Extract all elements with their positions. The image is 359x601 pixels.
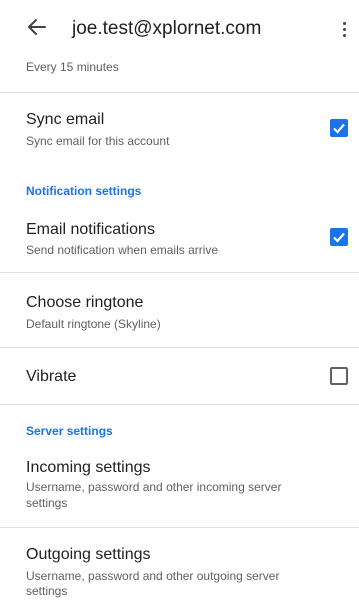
- outgoing-settings-summary-line2: settings: [26, 584, 68, 598]
- choose-ringtone-summary: Default ringtone (Skyline): [26, 317, 161, 331]
- more-vert-icon[interactable]: [343, 22, 347, 38]
- divider: [0, 404, 359, 405]
- divider: [0, 272, 359, 273]
- choose-ringtone-title: Choose ringtone: [26, 294, 144, 311]
- outgoing-settings-title: Outgoing settings: [26, 546, 151, 563]
- incoming-settings-summary-line1: Username, password and other incoming se…: [26, 480, 282, 494]
- sync-email-checkbox[interactable]: [330, 119, 348, 137]
- divider: [0, 347, 359, 348]
- sync-email-summary: Sync email for this account: [26, 134, 170, 148]
- email-notifications-summary: Send notification when emails arrive: [26, 243, 219, 257]
- page-title: joe.test@xplornet.com: [72, 18, 262, 39]
- incoming-settings-title: Incoming settings: [26, 459, 151, 476]
- incoming-settings-summary-line2: settings: [26, 496, 68, 510]
- divider: [0, 92, 359, 93]
- app-bar: joe.test@xplornet.com: [0, 0, 359, 52]
- divider: [0, 527, 359, 528]
- vibrate-checkbox[interactable]: [330, 367, 348, 385]
- server-settings-header: Server settings: [26, 424, 113, 438]
- notification-settings-header: Notification settings: [26, 184, 142, 198]
- vibrate-title: Vibrate: [26, 368, 77, 385]
- arrow-back-icon[interactable]: [26, 16, 48, 38]
- email-notifications-title: Email notifications: [26, 221, 155, 238]
- email-notifications-checkbox[interactable]: [330, 228, 348, 246]
- sync-frequency-value: Every 15 minutes: [26, 60, 119, 74]
- sync-email-title: Sync email: [26, 111, 105, 128]
- outgoing-settings-summary-line1: Username, password and other outgoing se…: [26, 569, 280, 583]
